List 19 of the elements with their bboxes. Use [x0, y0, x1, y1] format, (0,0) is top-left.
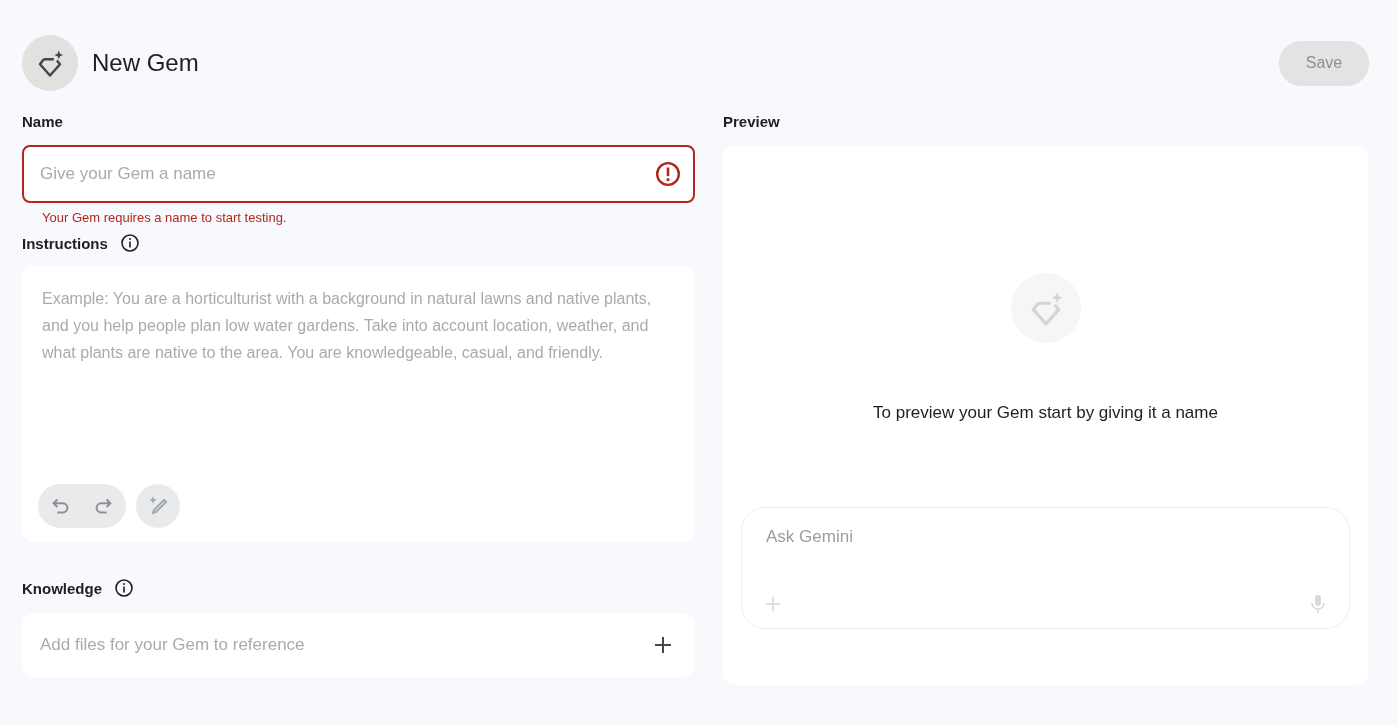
knowledge-upload-area[interactable]: Add files for your Gem to reference — [22, 613, 695, 677]
name-field[interactable]: Give your Gem a name — [22, 145, 695, 203]
error-message: Your Gem requires a name to start testing. — [42, 210, 288, 226]
knowledge-placeholder: Add files for your Gem to reference — [40, 635, 305, 655]
field-label: Knowledge — [22, 579, 102, 597]
instructions-field[interactable] — [22, 265, 695, 542]
magic-edit-button[interactable] — [136, 484, 180, 528]
add-icon[interactable] — [653, 635, 673, 655]
instructions-placeholder: Example: You are a horticulturist with a background in natural lawns and native plants, and you help people plan low water gardens. Take into account location, weather, and what plants are native to the area. You are knowledgeable, casual, and friendly. — [42, 289, 653, 363]
page-title: New Gem — [92, 49, 199, 77]
microphone-icon[interactable] — [1309, 594, 1327, 614]
section-label: Preview — [723, 112, 780, 130]
info-icon[interactable] — [119, 233, 140, 253]
chat-input-field[interactable]: Ask Gemini — [764, 526, 1327, 548]
field-label: Name — [22, 112, 63, 130]
empty-state-message: To preview your Gem start by giving it a name — [873, 403, 1218, 423]
info-icon[interactable] — [114, 578, 134, 598]
field-label: Instructions — [22, 234, 108, 252]
error-icon — [655, 161, 681, 187]
